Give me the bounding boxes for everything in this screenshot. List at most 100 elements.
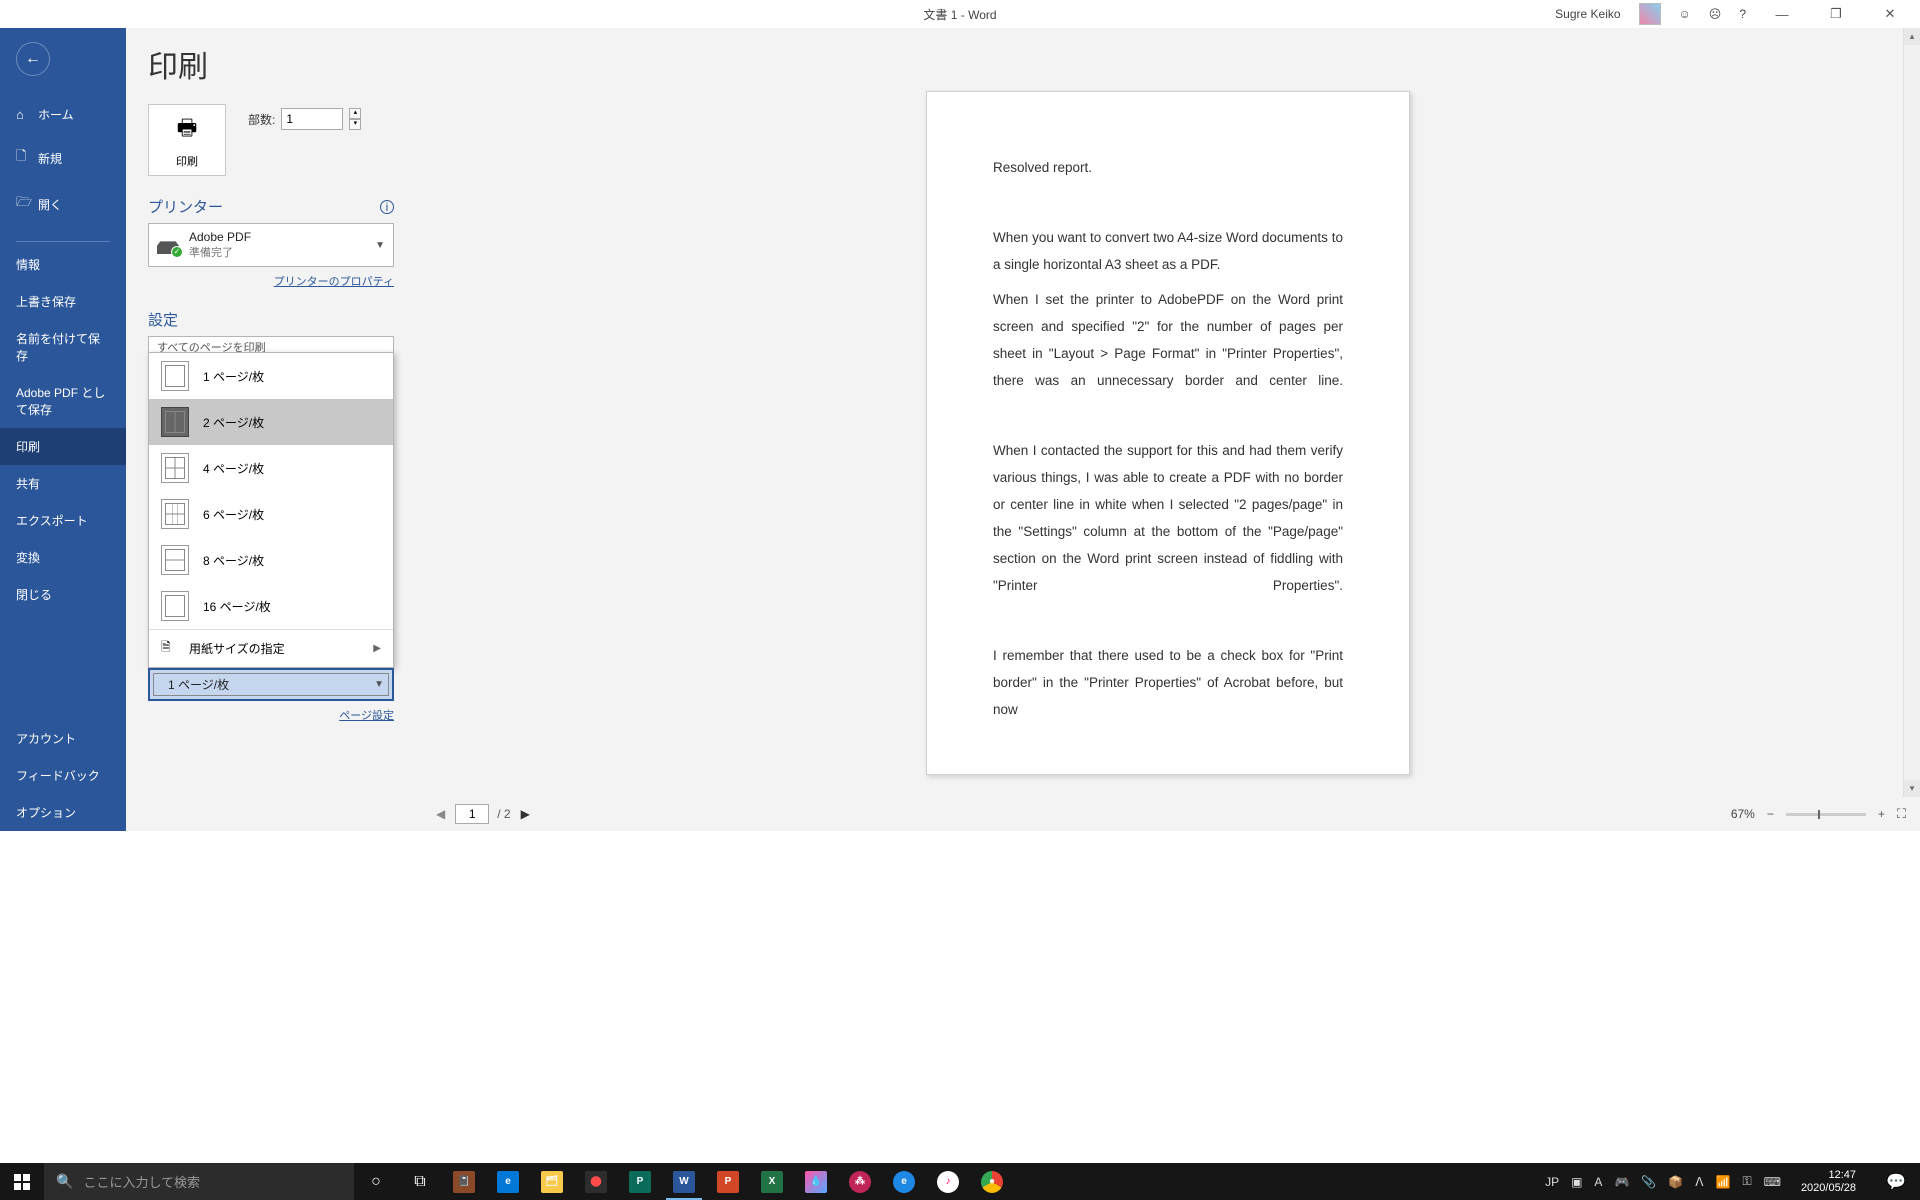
- sidebar-saveas[interactable]: 名前を付けて保存: [0, 320, 126, 374]
- wifi-icon[interactable]: 📶: [1716, 1175, 1731, 1189]
- page-title: 印刷: [148, 42, 394, 86]
- printer-select[interactable]: ✓ Adobe PDF 準備完了 ▼: [148, 223, 394, 267]
- keyboard-icon[interactable]: ⌨: [1764, 1175, 1781, 1189]
- face-happy-icon[interactable]: ☺: [1679, 7, 1691, 21]
- zoom-slider[interactable]: [1786, 813, 1866, 816]
- sidebar-info[interactable]: 情報: [0, 246, 126, 283]
- grid-4-icon: [161, 453, 189, 483]
- document-icon: 🗋: [16, 147, 30, 169]
- sidebar-options[interactable]: オプション: [0, 794, 126, 831]
- taskbar-paint3d[interactable]: 💧: [794, 1163, 838, 1200]
- taskbar-clock[interactable]: 12:47 2020/05/28: [1793, 1169, 1864, 1195]
- scroll-down-icon[interactable]: ▾: [1904, 780, 1920, 797]
- cortana-icon[interactable]: ○: [354, 1163, 398, 1200]
- copies-label: 部数:: [248, 111, 275, 128]
- network-icon[interactable]: ⚿: [1742, 1174, 1751, 1189]
- sidebar-print[interactable]: 印刷: [0, 428, 126, 465]
- sidebar-feedback[interactable]: フィードバック: [0, 757, 126, 794]
- sidebar-transform[interactable]: 変換: [0, 539, 126, 576]
- taskbar-explorer[interactable]: 🗂: [530, 1163, 574, 1200]
- printer-device-icon: ✓: [157, 236, 179, 254]
- taskbar-app-2[interactable]: ⁂: [838, 1163, 882, 1200]
- copies-up[interactable]: ▴: [349, 108, 361, 119]
- sidebar-export[interactable]: エクスポート: [0, 502, 126, 539]
- taskbar-search[interactable]: 🔍 ここに入力して検索: [44, 1163, 354, 1200]
- paper-size-submenu[interactable]: 🗎用紙サイズの指定▶: [149, 630, 393, 667]
- taskbar-itunes[interactable]: ♪: [926, 1163, 970, 1200]
- notifications-icon[interactable]: 💬: [1876, 1163, 1916, 1200]
- sidebar-home[interactable]: ⌂ホーム: [0, 94, 126, 135]
- folder-open-icon: 🗁: [16, 193, 30, 215]
- minimize-button[interactable]: —: [1764, 2, 1800, 26]
- prev-page-button[interactable]: ◀: [430, 805, 451, 823]
- tray-icon[interactable]: A: [1594, 1175, 1602, 1189]
- help-icon[interactable]: ?: [1739, 7, 1746, 21]
- sidebar-account[interactable]: アカウント: [0, 720, 126, 757]
- tray-icon[interactable]: ▣: [1571, 1175, 1582, 1189]
- taskbar-powerpoint[interactable]: P: [706, 1163, 750, 1200]
- chevron-right-icon: ▶: [373, 643, 381, 654]
- zoom-in-button[interactable]: +: [1874, 807, 1889, 821]
- maximize-button[interactable]: ❐: [1818, 2, 1854, 26]
- search-icon: 🔍: [56, 1173, 73, 1190]
- info-icon[interactable]: i: [380, 200, 394, 214]
- doc-paragraph: When I contacted the support for this an…: [993, 437, 1343, 599]
- grid-6-icon: [161, 499, 189, 529]
- taskbar-adobe[interactable]: ⬤: [574, 1163, 618, 1200]
- tray-icon[interactable]: 📦: [1668, 1175, 1683, 1189]
- page-number-input[interactable]: [455, 804, 489, 824]
- print-range-combo[interactable]: すべてのページを印刷: [148, 336, 394, 352]
- backstage-sidebar: ← ⌂ホーム 🗋新規 🗁開く 情報 上書き保存 名前を付けて保存 Adobe P…: [0, 28, 126, 831]
- tray-icon[interactable]: 🎮: [1614, 1175, 1629, 1189]
- sidebar-close[interactable]: 閉じる: [0, 576, 126, 613]
- tray-icon[interactable]: 📎: [1641, 1175, 1656, 1189]
- taskbar-publisher[interactable]: P: [618, 1163, 662, 1200]
- face-sad-icon[interactable]: ☹: [1709, 7, 1722, 21]
- doc-paragraph: When I set the printer to AdobePDF on th…: [993, 286, 1343, 394]
- fit-to-window-icon[interactable]: ⛶: [1897, 806, 1906, 822]
- window-title: 文書 1 - Word: [923, 6, 996, 23]
- scroll-up-icon[interactable]: ▴: [1904, 28, 1920, 45]
- pages-per-sheet-select[interactable]: 1 ページ/枚 ▼: [148, 668, 394, 701]
- pages-option-6[interactable]: 6 ページ/枚: [149, 491, 393, 537]
- sidebar-open[interactable]: 🗁開く: [0, 181, 126, 227]
- next-page-button[interactable]: ▶: [515, 805, 536, 823]
- start-button[interactable]: [0, 1163, 44, 1200]
- taskbar-word[interactable]: W: [662, 1163, 706, 1200]
- sidebar-new[interactable]: 🗋新規: [0, 135, 126, 181]
- grid-8-icon: [161, 545, 189, 575]
- page-icon: 🗎: [161, 638, 175, 659]
- taskbar-app-1[interactable]: 📓: [442, 1163, 486, 1200]
- doc-paragraph: Resolved report.: [993, 154, 1343, 181]
- back-button[interactable]: ←: [16, 42, 50, 76]
- sidebar-save[interactable]: 上書き保存: [0, 283, 126, 320]
- preview-scrollbar[interactable]: ▴ ▾: [1903, 28, 1920, 797]
- pages-option-16[interactable]: 16 ページ/枚: [149, 583, 393, 629]
- copies-input[interactable]: [281, 108, 343, 130]
- zoom-out-button[interactable]: −: [1763, 807, 1778, 821]
- pages-option-1[interactable]: 1 ページ/枚: [149, 353, 393, 399]
- print-button[interactable]: 🖶 印刷: [148, 104, 226, 176]
- printer-header: プリンター: [148, 196, 223, 217]
- copies-down[interactable]: ▾: [349, 119, 361, 130]
- pages-option-2[interactable]: 2 ページ/枚: [149, 399, 393, 445]
- page-total: / 2: [497, 807, 510, 821]
- sidebar-adobe-pdf[interactable]: Adobe PDF として保存: [0, 374, 126, 428]
- user-avatar[interactable]: [1639, 3, 1661, 25]
- close-button[interactable]: ✕: [1872, 2, 1908, 26]
- tray-chevron-up-icon[interactable]: ᐱ: [1695, 1175, 1703, 1189]
- printer-properties-link[interactable]: プリンターのプロパティ: [148, 273, 394, 289]
- pages-option-4[interactable]: 4 ページ/枚: [149, 445, 393, 491]
- taskbar-edge[interactable]: e: [486, 1163, 530, 1200]
- doc-paragraph: I remember that there used to be a check…: [993, 642, 1343, 723]
- taskbar-excel[interactable]: X: [750, 1163, 794, 1200]
- grid-16-icon: [161, 591, 189, 621]
- pages-option-8[interactable]: 8 ページ/枚: [149, 537, 393, 583]
- taskbar-ie[interactable]: e: [882, 1163, 926, 1200]
- ime-indicator[interactable]: JP: [1545, 1175, 1559, 1189]
- taskbar-chrome[interactable]: ●: [970, 1163, 1014, 1200]
- sidebar-share[interactable]: 共有: [0, 465, 126, 502]
- print-settings-panel: 印刷 🖶 印刷 部数: ▴ ▾ プリンター i: [126, 28, 416, 831]
- task-view-icon[interactable]: ⧉: [398, 1163, 442, 1200]
- page-setup-link[interactable]: ページ設定: [148, 707, 394, 723]
